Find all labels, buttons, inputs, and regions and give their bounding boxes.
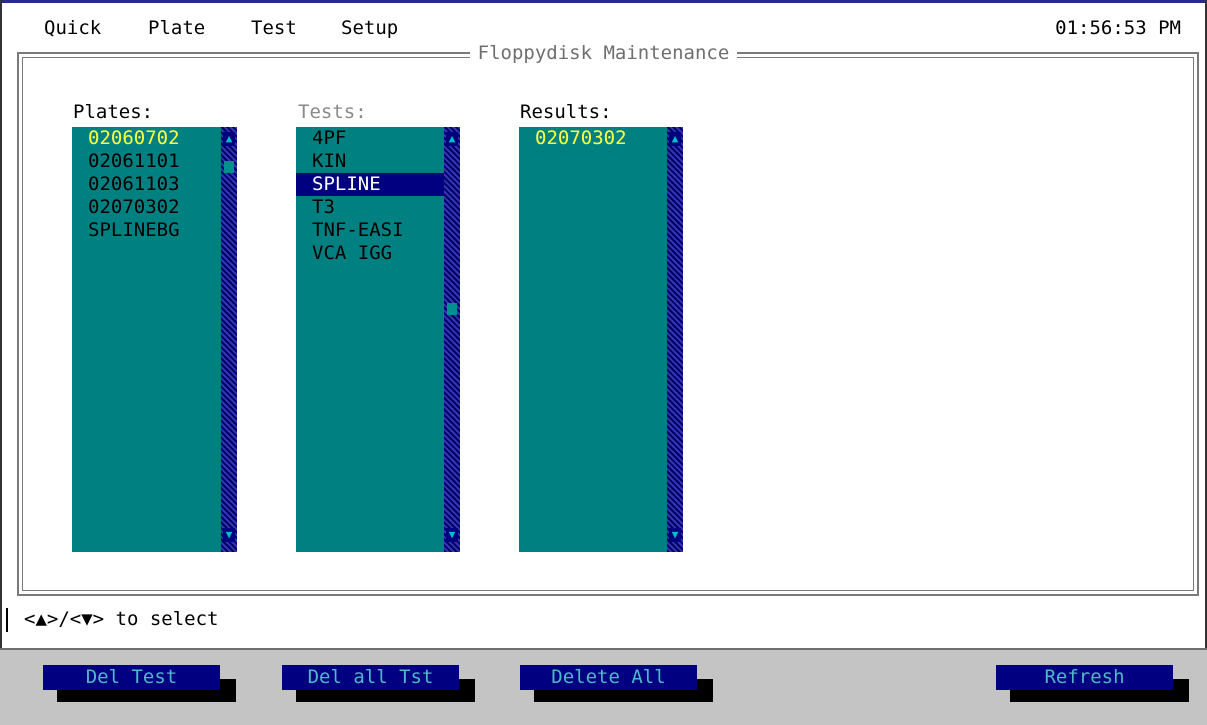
- plates-label: Plates:: [73, 101, 154, 123]
- delete-all-button-wrap: Delete All: [520, 665, 713, 702]
- scroll-up-icon[interactable]: ▲: [223, 132, 235, 146]
- tests-listbox[interactable]: 4PF KIN SPLINE T3 TNF-EASI VCA IGG ▲ ▼: [296, 127, 460, 552]
- test-item-selected[interactable]: SPLINE: [296, 173, 444, 196]
- window-left-border: [0, 0, 2, 725]
- test-item[interactable]: TNF-EASI: [296, 219, 444, 242]
- clock: 01:56:53 PM: [1055, 17, 1181, 39]
- frame-title-wrap: Floppydisk Maintenance: [0, 42, 1207, 64]
- menu-quick[interactable]: Quick: [44, 17, 101, 39]
- status-hint: <▲>/<▼> to select: [24, 608, 219, 630]
- scroll-down-icon[interactable]: ▼: [446, 528, 458, 542]
- menu-bar: Quick Plate Test Setup 01:56:53 PM: [0, 3, 1207, 43]
- refresh-button-wrap: Refresh: [996, 665, 1189, 702]
- test-item[interactable]: T3: [296, 196, 444, 219]
- del-test-button-wrap: Del Test: [43, 665, 236, 702]
- text-cursor: [6, 607, 8, 632]
- menu-test[interactable]: Test: [251, 17, 297, 39]
- plate-item[interactable]: 02060702: [72, 127, 221, 150]
- results-label: Results:: [520, 101, 612, 123]
- plate-item[interactable]: SPLINEBG: [72, 219, 221, 242]
- plates-listbox[interactable]: 02060702 02061101 02061103 02070302 SPLI…: [72, 127, 237, 552]
- plate-item[interactable]: 02070302: [72, 196, 221, 219]
- frame-title: Floppydisk Maintenance: [469, 42, 738, 64]
- del-all-tst-button-wrap: Del all Tst: [282, 665, 475, 702]
- scroll-thumb[interactable]: [224, 161, 234, 173]
- test-item[interactable]: VCA IGG: [296, 242, 444, 265]
- menu-plate[interactable]: Plate: [148, 17, 205, 39]
- scroll-down-icon[interactable]: ▼: [223, 528, 235, 542]
- scroll-thumb[interactable]: [447, 303, 457, 315]
- tests-label: Tests:: [298, 101, 367, 123]
- delete-all-button[interactable]: Delete All: [520, 665, 697, 690]
- del-all-tst-button[interactable]: Del all Tst: [282, 665, 459, 690]
- results-scrollbar[interactable]: ▲ ▼: [667, 127, 683, 552]
- plate-item[interactable]: 02061101: [72, 150, 221, 173]
- scroll-down-icon[interactable]: ▼: [669, 528, 681, 542]
- refresh-button[interactable]: Refresh: [996, 665, 1173, 690]
- del-test-button[interactable]: Del Test: [43, 665, 220, 690]
- test-item[interactable]: KIN: [296, 150, 444, 173]
- plate-item[interactable]: 02061103: [72, 173, 221, 196]
- status-line: <▲>/<▼> to select: [6, 602, 218, 636]
- results-listbox[interactable]: 02070302 ▲ ▼: [519, 127, 683, 552]
- menu-setup[interactable]: Setup: [341, 17, 398, 39]
- result-item[interactable]: 02070302: [519, 127, 667, 150]
- plates-scrollbar[interactable]: ▲ ▼: [221, 127, 237, 552]
- scroll-up-icon[interactable]: ▲: [669, 132, 681, 146]
- tests-scrollbar[interactable]: ▲ ▼: [444, 127, 460, 552]
- test-item[interactable]: 4PF: [296, 127, 444, 150]
- scroll-up-icon[interactable]: ▲: [446, 132, 458, 146]
